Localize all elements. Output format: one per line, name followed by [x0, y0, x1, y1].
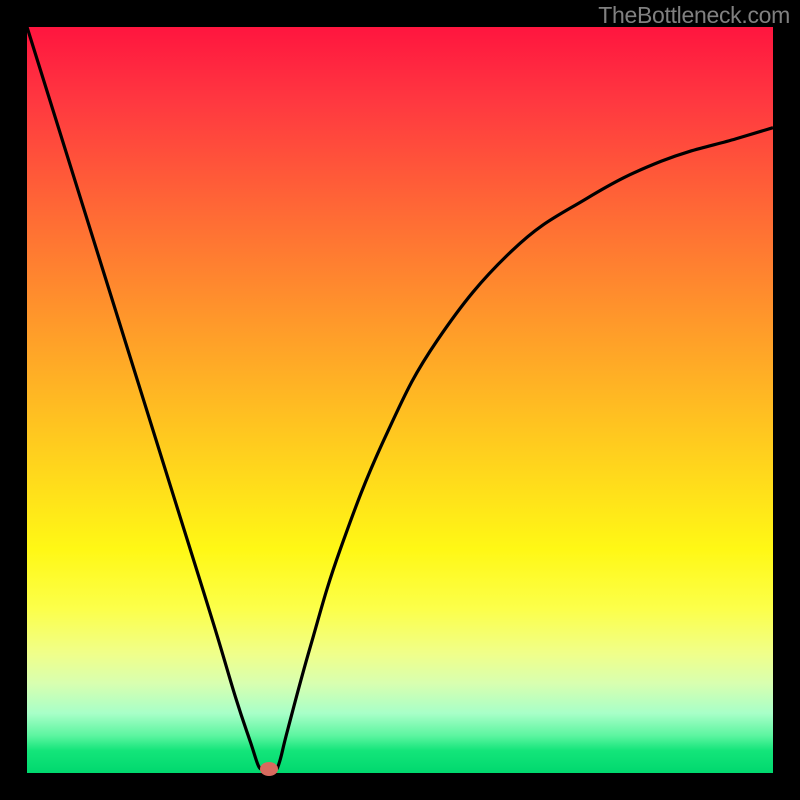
bottleneck-curve — [27, 27, 773, 773]
plot-area — [27, 27, 773, 773]
optimum-marker — [260, 762, 278, 776]
chart-frame: TheBottleneck.com — [0, 0, 800, 800]
watermark-text: TheBottleneck.com — [598, 2, 790, 29]
